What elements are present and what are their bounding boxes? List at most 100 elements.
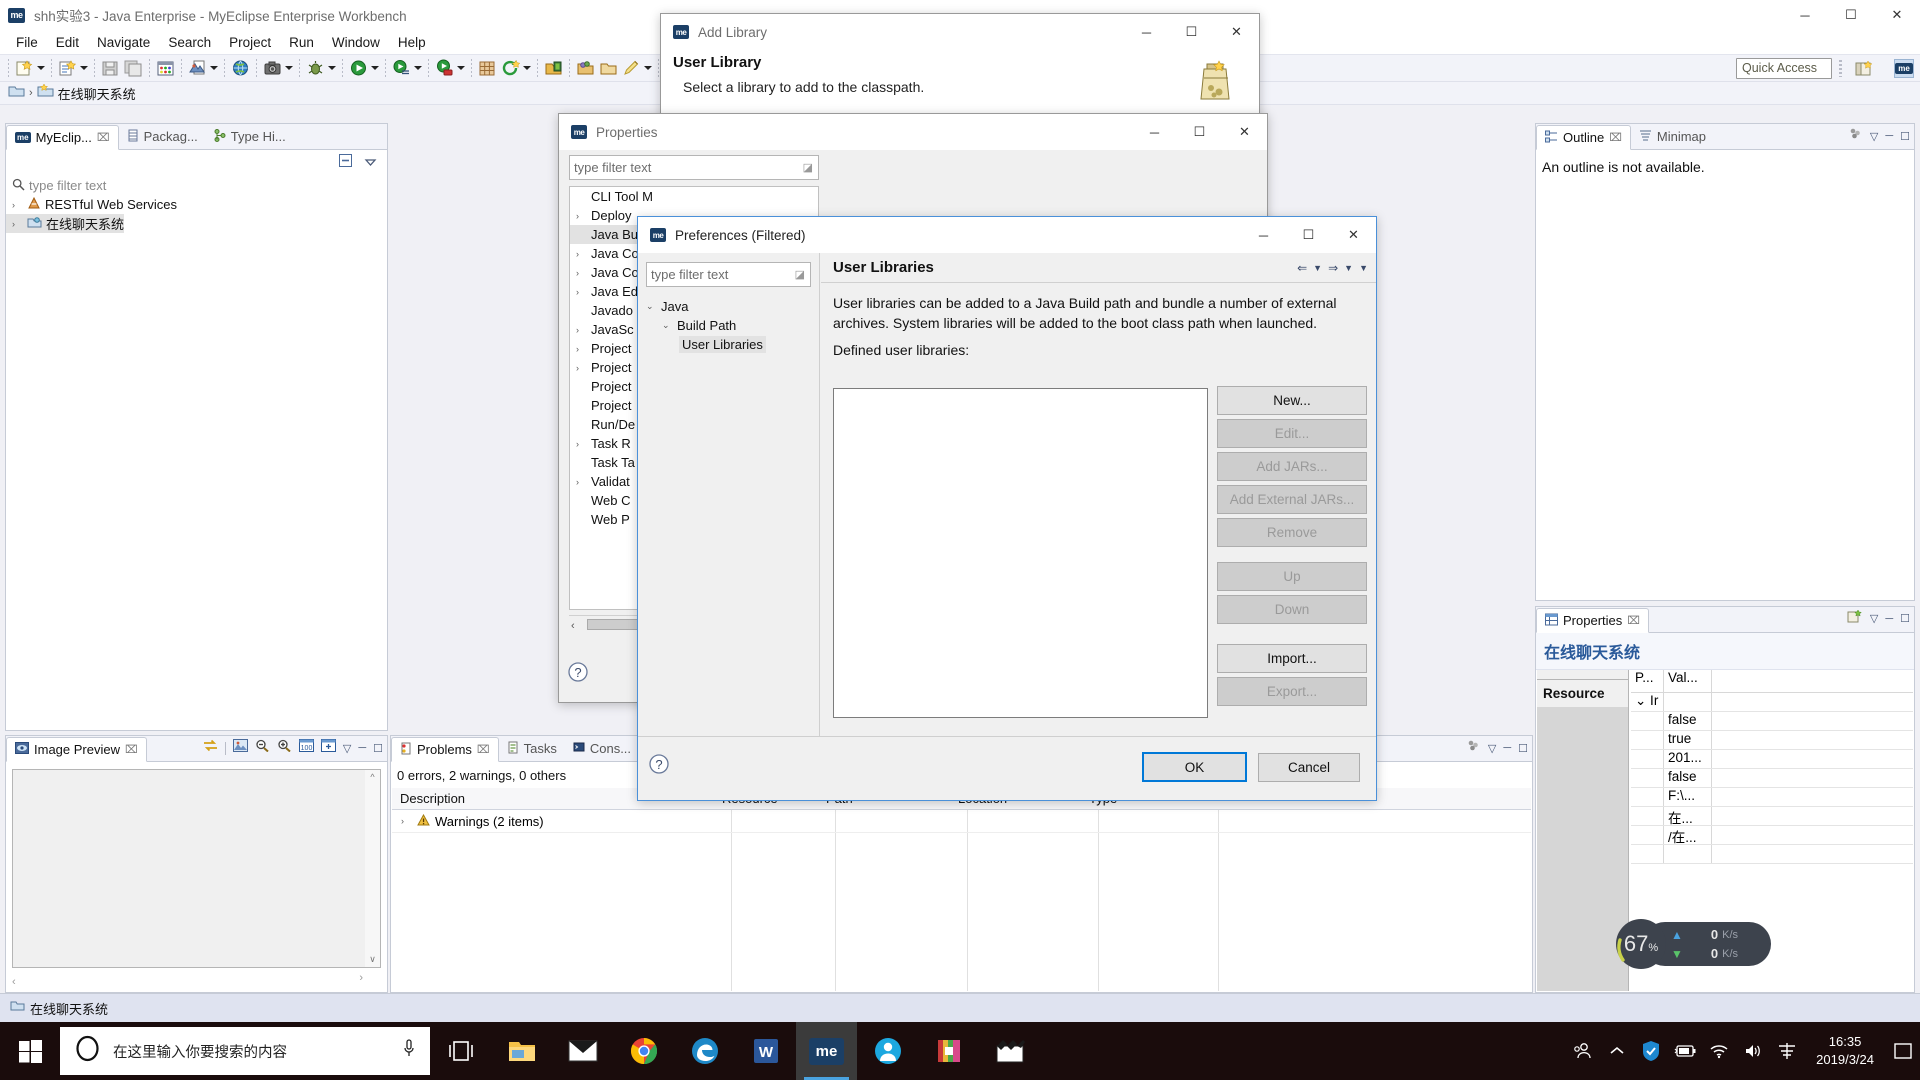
table-icon[interactable] — [155, 58, 176, 78]
maximize-button[interactable]: ☐ — [1169, 14, 1214, 50]
camera-icon[interactable] — [262, 58, 283, 78]
tab-properties-view[interactable]: Properties ⌧ — [1536, 608, 1649, 633]
run-icon[interactable] — [348, 58, 369, 78]
save-all-icon[interactable] — [123, 58, 144, 78]
maximize-button[interactable]: ☐ — [1177, 114, 1222, 150]
zoom-in-icon[interactable] — [277, 739, 292, 757]
scroll-left-icon[interactable]: ‹ — [569, 620, 575, 632]
tab-tasks[interactable]: Tasks — [499, 736, 565, 761]
pencil-icon[interactable] — [621, 58, 642, 78]
tab-minimap[interactable]: Minimap — [1631, 124, 1714, 149]
tab-image-preview[interactable]: Image Preview ⌧ — [6, 737, 147, 762]
menu-window[interactable]: Window — [323, 33, 389, 52]
nav-back-dropdown-icon[interactable]: ▼ — [1313, 263, 1322, 273]
cancel-button[interactable]: Cancel — [1258, 753, 1360, 782]
properties-filter-input[interactable]: type filter text ◪ — [569, 155, 819, 180]
minimize-button[interactable]: ─ — [1782, 0, 1828, 30]
video-app-icon[interactable] — [979, 1022, 1040, 1080]
explorer-filter[interactable]: type filter text — [6, 176, 387, 195]
microphone-icon[interactable] — [402, 1038, 416, 1064]
winrar-icon[interactable] — [918, 1022, 979, 1080]
actual-size-icon[interactable]: 100 — [298, 739, 314, 757]
close-icon[interactable]: ⌧ — [1627, 614, 1640, 627]
globe-icon[interactable] — [230, 58, 251, 78]
tab-type-hierarchy[interactable]: Type Hi... — [206, 124, 294, 149]
tab-problems[interactable]: Problems ⌧ — [391, 737, 499, 762]
menu-help[interactable]: Help — [389, 33, 435, 52]
new-button[interactable]: New... — [1217, 386, 1367, 415]
tab-myeclipse-explorer[interactable]: me MyEclip... ⌧ — [6, 125, 119, 150]
scroll-right-icon[interactable]: › — [359, 972, 363, 984]
chrome-icon[interactable] — [613, 1022, 674, 1080]
print-preview-dropdown-icon[interactable] — [209, 58, 220, 78]
close-button[interactable]: ✕ — [1874, 0, 1920, 30]
column-property[interactable]: P... — [1631, 670, 1664, 692]
tree-item-restful[interactable]: › RESTful Web Services — [6, 195, 387, 214]
word-icon[interactable]: W — [735, 1022, 796, 1080]
preferences-help-icon[interactable]: ? — [648, 753, 670, 780]
close-button[interactable]: ✕ — [1331, 217, 1376, 253]
clear-filter-icon[interactable]: ◪ — [803, 161, 813, 174]
new-wizard-icon[interactable] — [14, 58, 35, 78]
expand-icon[interactable]: › — [401, 816, 412, 826]
minimize-icon[interactable]: ─ — [1503, 742, 1511, 754]
minimize-button[interactable]: ─ — [1132, 114, 1177, 150]
maximize-button[interactable]: ☐ — [1828, 0, 1874, 30]
action-center-icon[interactable] — [1886, 1022, 1920, 1080]
new-wizard-dropdown-icon[interactable] — [36, 58, 47, 78]
import-button[interactable]: Import... — [1217, 644, 1367, 673]
refresh-dropdown-icon[interactable] — [522, 58, 533, 78]
antivirus-shield-icon[interactable] — [1634, 1022, 1668, 1080]
menu-project[interactable]: Project — [220, 33, 280, 52]
tree-item-cli-tool[interactable]: CLI Tool M — [570, 187, 818, 206]
wifi-icon[interactable] — [1702, 1022, 1736, 1080]
image-preview-vscrollbar[interactable]: ^ ∨ — [365, 770, 380, 967]
user-app-icon[interactable] — [857, 1022, 918, 1080]
nav-back-icon[interactable]: ⇐ — [1297, 261, 1307, 275]
expand-icon[interactable]: › — [576, 287, 587, 297]
chevron-down-icon[interactable]: ⌄ — [646, 301, 657, 312]
expand-icon[interactable]: › — [576, 363, 587, 373]
minimize-icon[interactable]: ─ — [358, 742, 366, 754]
run-config-dropdown-icon[interactable] — [413, 58, 424, 78]
close-icon[interactable]: ⌧ — [97, 131, 110, 144]
collapse-all-icon[interactable] — [338, 153, 353, 173]
expand-icon[interactable]: › — [576, 325, 587, 335]
expand-icon[interactable]: › — [12, 219, 23, 229]
people-icon[interactable] — [1566, 1022, 1600, 1080]
view-menu-icon[interactable] — [364, 155, 377, 173]
new-properties-icon[interactable] — [1847, 609, 1863, 628]
expand-icon[interactable]: › — [576, 249, 587, 259]
minimize-button[interactable]: ─ — [1241, 217, 1286, 253]
scroll-left-icon[interactable]: ‹ — [12, 976, 16, 988]
file-explorer-icon[interactable] — [491, 1022, 552, 1080]
table-row[interactable]: ⌄ Ir — [1631, 693, 1913, 712]
open-folder-icon[interactable] — [598, 58, 619, 78]
tab-outline[interactable]: Outline ⌧ — [1536, 125, 1631, 150]
image-preview-hscrollbar[interactable]: ‹ › — [12, 972, 381, 988]
zoom-out-icon[interactable] — [255, 739, 270, 757]
expand-icon[interactable]: › — [576, 211, 587, 221]
close-button[interactable]: ✕ — [1222, 114, 1267, 150]
run-config-icon[interactable] — [391, 58, 412, 78]
quick-access-input[interactable]: Quick Access — [1736, 58, 1832, 79]
maximize-button[interactable]: ☐ — [1286, 217, 1331, 253]
expand-icon[interactable]: › — [576, 268, 587, 278]
table-row[interactable]: false — [1631, 769, 1913, 788]
pencil-dropdown-icon[interactable] — [643, 58, 654, 78]
run-server-icon[interactable] — [434, 58, 455, 78]
table-row[interactable]: › Warnings (2 items) — [392, 810, 1531, 832]
menu-edit[interactable]: Edit — [47, 33, 88, 52]
table-row[interactable]: false — [1631, 712, 1913, 731]
volume-icon[interactable] — [1736, 1022, 1770, 1080]
ok-button[interactable]: OK — [1142, 752, 1247, 782]
task-view-icon[interactable] — [430, 1022, 491, 1080]
new-file-dropdown-icon[interactable] — [79, 58, 90, 78]
expand-icon[interactable]: › — [12, 200, 23, 210]
open-perspective-icon[interactable] — [1854, 59, 1874, 78]
myeclipse-icon[interactable]: me — [796, 1022, 857, 1080]
view-menu-icon[interactable]: ▽ — [1870, 130, 1878, 143]
edge-icon[interactable] — [674, 1022, 735, 1080]
run-server-dropdown-icon[interactable] — [456, 58, 467, 78]
mail-icon[interactable] — [552, 1022, 613, 1080]
